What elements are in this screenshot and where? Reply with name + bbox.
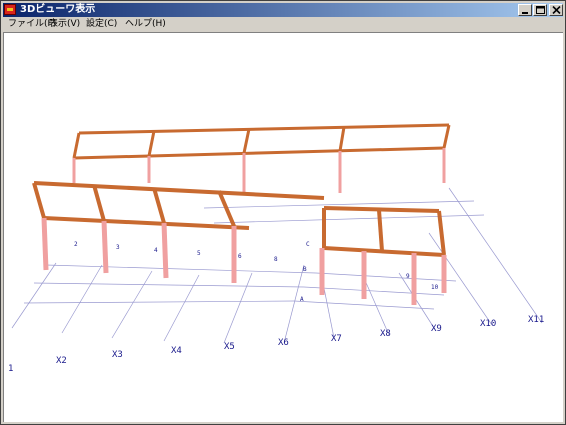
axis-label-x5: X5 xyxy=(224,342,235,352)
title-bar[interactable]: 3Dビューワ表示 xyxy=(3,3,563,17)
minimize-icon xyxy=(522,12,528,14)
grid-label: 6 xyxy=(238,253,242,260)
axis-label-x9: X9 xyxy=(431,324,442,334)
axis-label-x8: X8 xyxy=(380,329,391,339)
right-wing-frame xyxy=(322,206,446,257)
grid-label: 4 xyxy=(154,247,158,254)
app-window: 3Dビューワ表示 ファイル(F) 表示(V) 設定(C) ヘルプ(H) 1 X2… xyxy=(0,0,566,425)
3d-viewport[interactable]: 1 X2 X3 X4 X5 X6 X7 X8 X9 X10 X11 A B C … xyxy=(3,32,563,422)
grid-label: 5 xyxy=(197,250,201,257)
close-icon xyxy=(552,6,561,14)
axis-label-x10: X10 xyxy=(480,319,496,329)
structure-3d-view[interactable]: 1 X2 X3 X4 X5 X6 X7 X8 X9 X10 X11 A B C … xyxy=(4,33,562,421)
maximize-icon xyxy=(536,6,545,14)
menu-settings[interactable]: 設定(C) xyxy=(86,18,117,31)
axis-label-x3: X3 xyxy=(112,350,123,360)
menu-bar: ファイル(F) 表示(V) 設定(C) ヘルプ(H) xyxy=(3,17,563,32)
grid-label: 3 xyxy=(116,244,120,251)
axis-label-x2: X2 xyxy=(56,356,67,366)
menu-view[interactable]: 表示(V) xyxy=(49,18,80,31)
axis-label-a: A xyxy=(300,296,304,303)
maximize-button[interactable] xyxy=(533,4,547,16)
axis-label-x1: 1 xyxy=(8,364,13,374)
grid-label: 2 xyxy=(74,241,78,248)
back-frame xyxy=(72,123,451,160)
grid-small-labels: 2 3 4 5 6 8 9 10 xyxy=(74,241,439,291)
axis-label-c: C xyxy=(306,241,310,248)
axis-label-b: B xyxy=(303,266,307,273)
window-title: 3Dビューワ表示 xyxy=(20,4,96,15)
axis-label-x7: X7 xyxy=(331,334,342,344)
floor-grid xyxy=(11,187,543,344)
app-logo-icon[interactable] xyxy=(4,4,16,15)
close-button[interactable] xyxy=(549,4,563,16)
axis-label-x4: X4 xyxy=(171,346,182,356)
grid-label: 8 xyxy=(274,256,278,263)
axis-label-x6: X6 xyxy=(278,338,289,348)
grid-label: 10 xyxy=(431,284,439,291)
grid-label: 9 xyxy=(406,273,410,280)
menu-help[interactable]: ヘルプ(H) xyxy=(125,18,166,31)
minimize-button[interactable] xyxy=(518,4,532,16)
axis-label-x11: X11 xyxy=(528,315,544,325)
